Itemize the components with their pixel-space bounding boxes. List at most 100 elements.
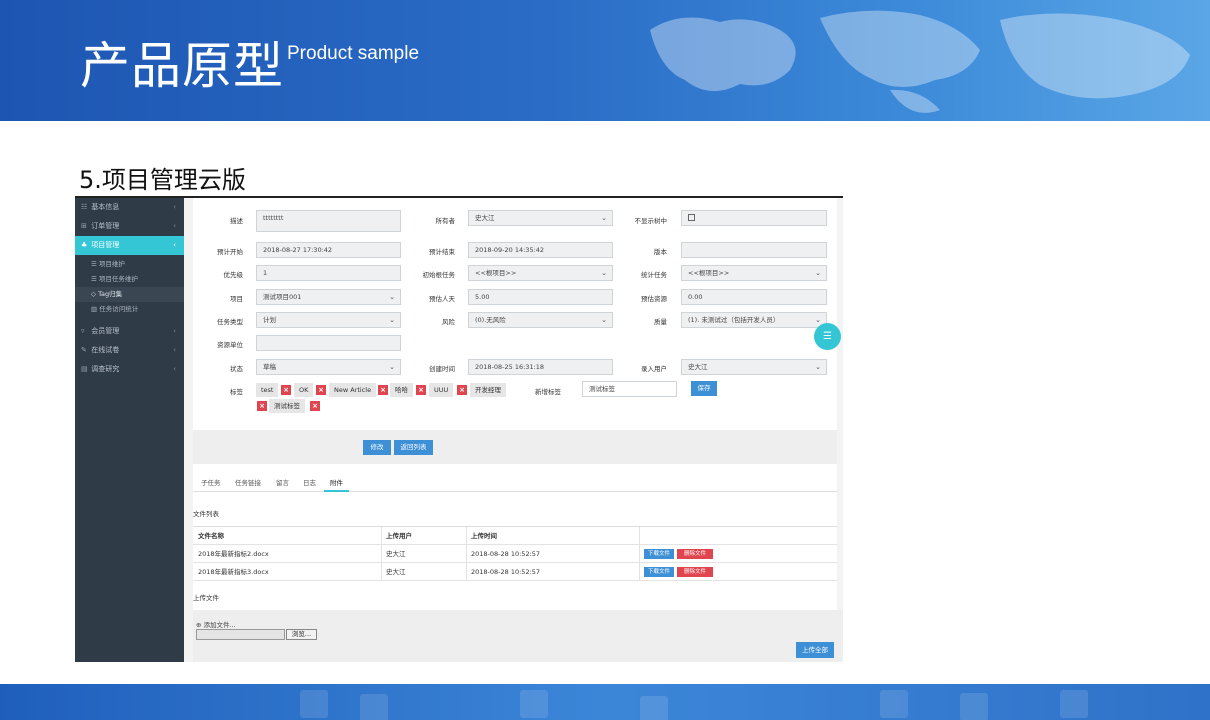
remove-tag-icon[interactable]: × <box>316 385 326 395</box>
task-type-select[interactable]: 计划 ⌄ <box>256 312 401 328</box>
tab-comments[interactable]: 留言 <box>276 474 289 492</box>
remove-tag-icon[interactable]: × <box>257 401 267 411</box>
bar-icon: ▥ <box>91 305 100 313</box>
delete-file-button[interactable]: 删除文件 <box>677 549 713 559</box>
file-name: 2018年最新指标2.docx <box>198 550 269 558</box>
quality-label: 质量 <box>654 318 667 326</box>
chevron-down-icon: ⌄ <box>601 316 607 324</box>
est-days-label: 预估人天 <box>429 295 455 303</box>
priority-label: 优先级 <box>223 271 244 279</box>
add-file-link[interactable]: ⊕ 添加文件... <box>196 619 236 629</box>
created-at-field[interactable]: 2018-08-25 16:31:18 <box>468 359 613 375</box>
est-resource-field[interactable]: 0.00 <box>681 289 827 305</box>
delete-file-button[interactable]: 删除文件 <box>677 567 713 577</box>
form-actions: 修改 返回列表 <box>193 430 837 464</box>
download-file-button[interactable]: 下载文件 <box>644 549 674 559</box>
chevron-down-icon: ⌄ <box>815 363 821 371</box>
status-label: 状态 <box>230 365 243 373</box>
stat-task-select[interactable]: <<根项目>> ⌄ <box>681 265 827 281</box>
sidebar-item-surveys[interactable]: ▤ 调查研究 ‹ <box>75 360 184 379</box>
sidebar-subitem-task-maint[interactable]: ☰ 项目任务维护 <box>75 272 184 287</box>
column-divider <box>639 545 641 563</box>
file-table: 文件名称 上传用户 上传时间 2018年最新指标2.docx 史大江 2018-… <box>193 526 837 581</box>
status-select[interactable]: 草稿 ⌄ <box>256 359 401 375</box>
sidebar-subitem-project-maint[interactable]: ☰ 项目维护 <box>75 257 184 272</box>
remove-tag-icon[interactable]: × <box>378 385 388 395</box>
browse-button[interactable]: 浏览... <box>286 629 317 640</box>
modify-button[interactable]: 修改 <box>363 440 391 455</box>
chevron-down-icon: ⌄ <box>389 293 395 301</box>
stat-task-label: 统计任务 <box>641 271 667 279</box>
quality-select[interactable]: (1). 未测试过（包括开发人员） ⌄ <box>681 312 827 328</box>
tag-chip: 测试标签 <box>269 399 305 413</box>
new-tag-input[interactable]: 测试标签 <box>582 381 677 397</box>
plus-circle-icon: ⊕ <box>196 621 204 629</box>
desc-field[interactable]: tttttttt <box>256 210 401 232</box>
upload-all-button[interactable]: 上传全部 <box>796 642 834 658</box>
risk-select[interactable]: (0).无风险 ⌄ <box>468 312 613 328</box>
table-header: 文件名称 上传用户 上传时间 <box>193 527 837 545</box>
hide-in-tree-checkbox[interactable] <box>688 214 695 221</box>
list-icon: ☰ <box>91 275 99 283</box>
tab-logs[interactable]: 日志 <box>303 474 316 492</box>
resource-unit-field[interactable] <box>256 335 401 351</box>
version-label: 版本 <box>654 248 667 256</box>
tab-subtasks[interactable]: 子任务 <box>201 474 221 492</box>
save-tag-button[interactable]: 保存 <box>691 381 717 396</box>
tab-attachments[interactable]: 附件 <box>324 474 349 492</box>
grid-icon: ☷ <box>81 203 88 211</box>
detail-tabs: 子任务 任务链接 留言 日志 附件 <box>193 474 837 492</box>
header-banner: 产品原型 Product sample <box>0 0 1210 121</box>
upload-time: 2018-08-28 10:52:57 <box>466 545 540 563</box>
back-to-list-button[interactable]: 返回列表 <box>394 440 433 455</box>
remove-tag-icon[interactable]: × <box>310 401 320 411</box>
plan-start-field[interactable]: 2018-08-27 17:30:42 <box>256 242 401 258</box>
entry-user-select[interactable]: 史大江 ⌄ <box>681 359 827 375</box>
tag-chip: UUU <box>429 383 454 397</box>
version-field[interactable] <box>681 242 827 258</box>
remove-tag-icon[interactable]: × <box>457 385 467 395</box>
file-name: 2018年最新指标3.docx <box>198 568 269 576</box>
footer-band <box>0 684 1210 720</box>
est-days-field[interactable]: 5.00 <box>468 289 613 305</box>
chevron-left-icon: ‹ <box>173 365 176 373</box>
remove-tag-icon[interactable]: × <box>281 385 291 395</box>
column-header: 上传用户 <box>381 527 412 545</box>
sidebar-item-exams[interactable]: ✎ 在线试卷 ‹ <box>75 341 184 360</box>
cart-icon: ⊞ <box>81 222 87 230</box>
sidebar-item-label: 基本信息 <box>91 203 120 211</box>
section-title: 5.项目管理云版 <box>79 166 246 194</box>
file-path-input[interactable] <box>196 629 285 640</box>
download-file-button[interactable]: 下载文件 <box>644 567 674 577</box>
plan-end-label: 预计结束 <box>429 248 455 256</box>
list-icon: ☰ <box>91 260 99 268</box>
plan-end-field[interactable]: 2018-09-20 14:35:42 <box>468 242 613 258</box>
menu-icon[interactable]: ☰ <box>814 323 841 350</box>
upload-title: 上传文件 <box>193 594 219 602</box>
init-root-task-select[interactable]: <<根项目>> ⌄ <box>468 265 613 281</box>
table-row: 2018年最新指标2.docx 史大江 2018-08-28 10:52:57 … <box>193 545 837 563</box>
sidebar-item-label: 会员管理 <box>91 327 120 335</box>
file-list-title: 文件列表 <box>193 510 219 518</box>
sidebar-subitem-task-stats[interactable]: ▥ 任务访问统计 <box>75 302 184 317</box>
risk-label: 风险 <box>442 318 455 326</box>
sidebar-item-members[interactable]: ▿ 会员管理 ‹ <box>75 322 184 341</box>
sidebar-item-basic-info[interactable]: ☷ 基本信息 ‹ <box>75 198 184 217</box>
column-header: 文件名称 <box>198 532 224 540</box>
remove-tag-icon[interactable]: × <box>416 385 426 395</box>
column-header: 上传时间 <box>466 527 497 545</box>
owner-select[interactable]: 史大江 ⌄ <box>468 210 613 226</box>
sidebar-subitem-tag[interactable]: ◇ Tag归集 <box>75 287 184 302</box>
project-select[interactable]: 测试项目001 ⌄ <box>256 289 401 305</box>
decor-square <box>360 694 388 720</box>
tab-task-links[interactable]: 任务链接 <box>235 474 261 492</box>
sidebar-item-orders[interactable]: ⊞ 订单管理 ‹ <box>75 217 184 236</box>
filter-icon: ▿ <box>81 327 85 335</box>
priority-field[interactable]: 1 <box>256 265 401 281</box>
sidebar-item-projects[interactable]: ♣ 项目管理 ‹ <box>75 236 184 255</box>
table-row: 2018年最新指标3.docx 史大江 2018-08-28 10:52:57 … <box>193 563 837 581</box>
sidebar-item-label: 调查研究 <box>91 365 120 373</box>
sidebar: ☷ 基本信息 ‹ ⊞ 订单管理 ‹ ♣ 项目管理 ‹ ☰ 项目维护 ☰ 项目任务… <box>75 198 184 662</box>
task-type-label: 任务类型 <box>217 318 243 326</box>
upload-user: 史大江 <box>381 563 406 581</box>
